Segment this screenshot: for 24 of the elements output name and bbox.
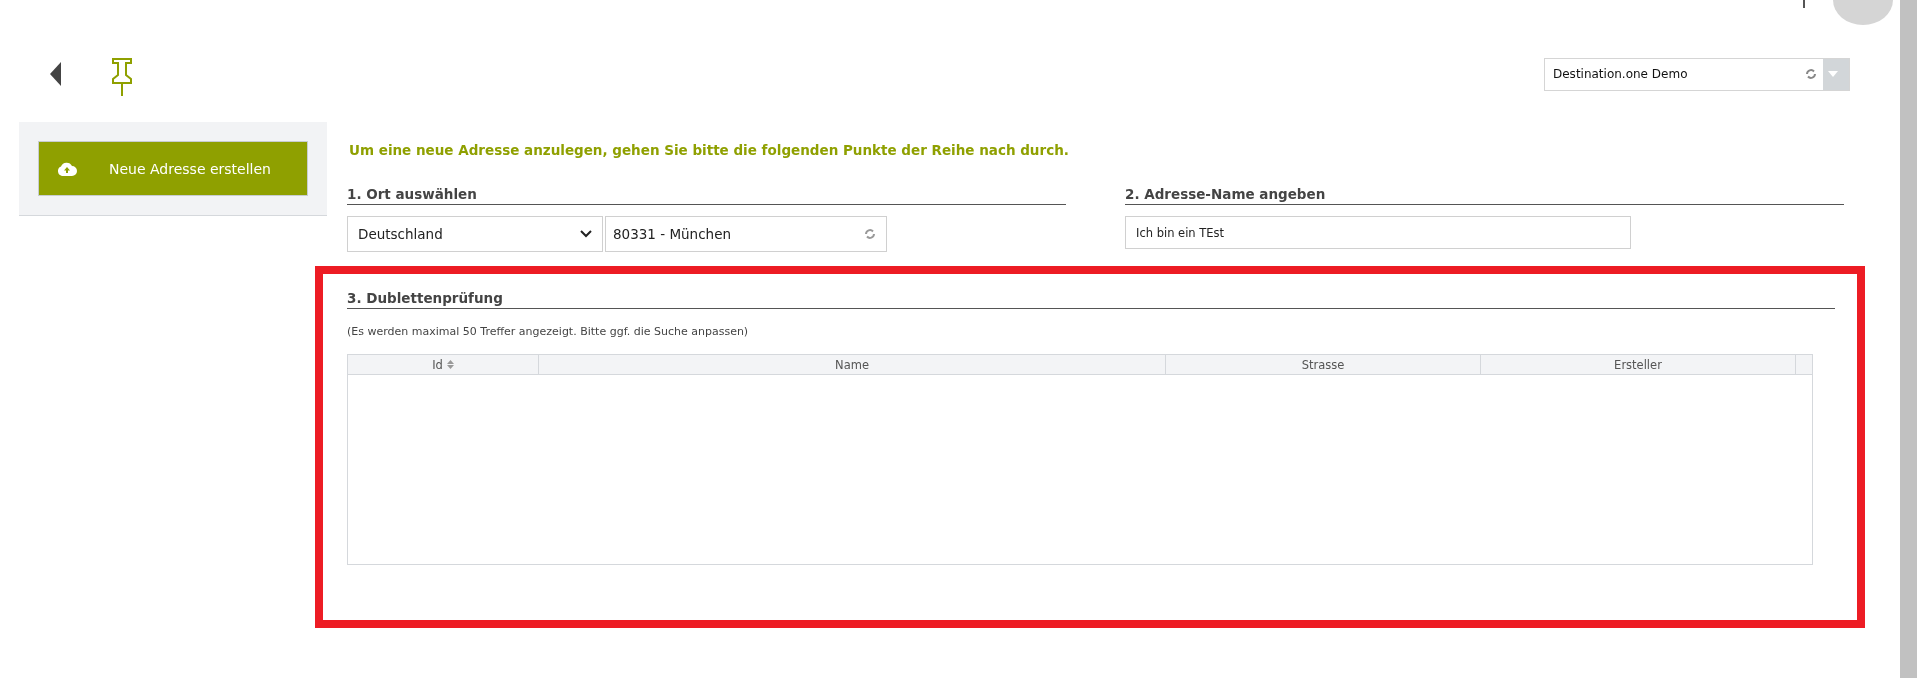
cloud-upload-icon (57, 161, 77, 176)
chevron-down-icon (580, 230, 592, 238)
section-heading: 3. Dublettenprüfung (347, 290, 1835, 309)
column-header[interactable]: Id (348, 355, 539, 374)
toolbar-separator (1803, 0, 1805, 8)
caret-icon (1828, 71, 1838, 77)
intro-text: Um eine neue Adresse anzulegen, gehen Sie bitte die folgenden Punkte der Reihe nach durch. (349, 142, 1070, 158)
scrollbar[interactable] (1900, 0, 1917, 678)
dropdown-button[interactable] (1823, 58, 1849, 90)
column-header[interactable]: Strasse (1166, 355, 1481, 374)
address-name-field[interactable]: Ich bin ein TEst (1125, 216, 1631, 249)
section-heading: 1. Ort auswählen (347, 186, 1066, 205)
city-field[interactable]: 80331 - München (605, 216, 887, 252)
select-value: Destination.one Demo (1552, 67, 1689, 81)
organisation-select[interactable]: Destination.one Demo (1544, 57, 1850, 91)
column-header[interactable]: Name (539, 355, 1166, 374)
pin-icon[interactable] (110, 57, 134, 97)
section-heading: 2. Adresse-Name angeben (1125, 186, 1844, 205)
hint-text: (Es werden maximal 50 Treffer angezeigt. Bitte ggf. die Suche anpassen) (347, 325, 750, 338)
back-icon[interactable] (50, 62, 61, 86)
refresh-icon[interactable] (1805, 68, 1817, 80)
column-header[interactable]: Ersteller (1481, 355, 1796, 374)
country-select[interactable]: Deutschland (347, 216, 603, 252)
refresh-icon[interactable] (864, 228, 876, 240)
